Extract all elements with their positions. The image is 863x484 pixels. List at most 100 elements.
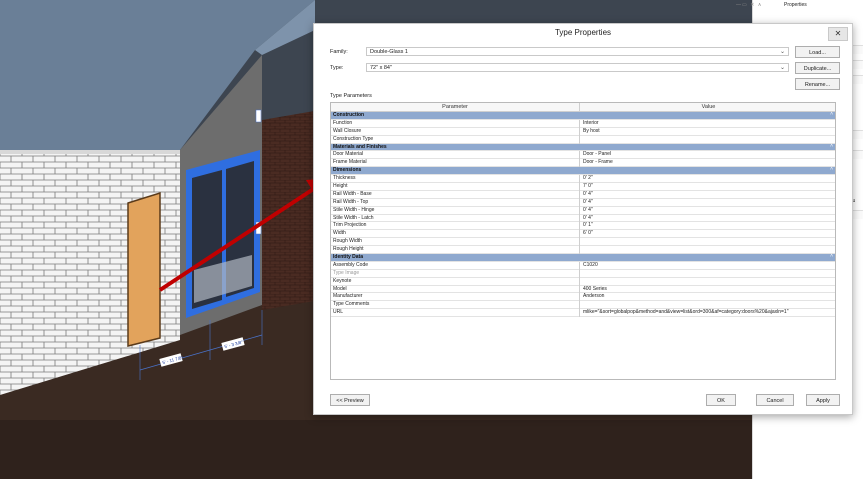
parameter-name: Construction Type <box>333 135 374 142</box>
parameter-name: Type Image <box>333 269 360 276</box>
column-divider <box>579 301 580 310</box>
column-divider <box>579 230 580 239</box>
rename-button[interactable]: Rename... <box>795 78 840 90</box>
table-row[interactable]: Rail Width - Top 0' 4" <box>331 198 835 207</box>
parameter-value[interactable]: 0' 4" <box>583 215 593 222</box>
table-row[interactable]: Door Material Door - Panel <box>331 151 835 160</box>
family-select[interactable]: Double-Glass 1 ⌄ <box>366 47 789 56</box>
table-row[interactable]: Rail Width - Base 0' 4" <box>331 190 835 199</box>
parameter-value[interactable]: 400 Series <box>583 286 607 293</box>
parameter-group-row[interactable]: Identity Data ˄ <box>331 253 835 262</box>
parameter-value[interactable]: 0' 4" <box>583 207 593 214</box>
column-divider <box>579 159 580 168</box>
table-row[interactable]: Model 400 Series <box>331 285 835 294</box>
parameter-name: Rail Width - Base <box>333 190 372 197</box>
parameter-name: Keynote <box>333 277 352 284</box>
column-divider <box>579 238 580 247</box>
table-row[interactable]: Type Image <box>331 269 835 278</box>
load-button[interactable]: Load... <box>795 46 840 58</box>
parameter-group-row[interactable]: Construction ˄ <box>331 111 835 120</box>
column-divider <box>579 183 580 191</box>
close-button[interactable]: ✕ <box>828 27 848 41</box>
parameter-name: Frame Material <box>333 159 367 166</box>
parameter-value[interactable]: 0' 4" <box>583 199 593 206</box>
column-divider <box>579 127 580 136</box>
parameter-value[interactable]: Door - Frame <box>583 159 613 166</box>
parameter-name: Manufacturer <box>333 293 363 300</box>
dialog-title: Type Properties <box>554 28 612 37</box>
parameter-name: Type Comments <box>333 301 370 308</box>
window-controls[interactable]: —▭ ✕ ∧ <box>736 2 762 8</box>
preview-button[interactable]: << Preview <box>330 394 370 406</box>
type-properties-dialog[interactable]: Type Properties ✕ Family: Double-Glass 1… <box>313 23 853 415</box>
table-row[interactable]: Assembly Code C1020 <box>331 261 835 270</box>
cancel-button[interactable]: Cancel <box>756 394 794 406</box>
parameter-value[interactable]: Anderson <box>583 293 604 300</box>
parameter-name: Model <box>333 285 347 292</box>
column-header-parameter[interactable]: Parameter <box>331 103 580 112</box>
table-row[interactable]: Width 6' 0" <box>331 230 835 239</box>
table-row[interactable]: Stile Width - Latch 0' 4" <box>331 214 835 223</box>
family-value: Double-Glass 1 <box>370 49 408 55</box>
table-row[interactable]: Construction Type <box>331 135 835 144</box>
family-label: Family: <box>330 49 348 55</box>
parameters-table[interactable]: Parameter Value Construction ˄ Function Int… <box>330 102 836 380</box>
table-body: Construction ˄ Function Interior Wall Closur… <box>331 111 835 318</box>
apply-button[interactable]: Apply <box>806 394 840 406</box>
table-row[interactable]: Frame Material Door - Frame <box>331 159 835 168</box>
table-row[interactable]: Thickness 0' 2" <box>331 175 835 184</box>
parameter-value[interactable]: 6' 0" <box>583 230 593 237</box>
chevron-down-icon: ⌄ <box>779 49 785 55</box>
column-divider <box>579 222 580 231</box>
parameter-value[interactable]: 7' 0" <box>583 183 593 190</box>
type-label: Type: <box>330 65 344 71</box>
parameter-value[interactable]: Door - Panel <box>583 151 611 158</box>
group-label: Identity Data <box>333 254 364 261</box>
collapse-icon[interactable]: ˄ <box>830 166 833 172</box>
group-label: Dimensions <box>333 167 362 174</box>
table-row[interactable]: Height 7' 0" <box>331 183 835 191</box>
parameter-value[interactable]: mlike="&sort=globalpop&method=and&view=l… <box>583 309 789 316</box>
parameter-name: Rail Width - Top <box>333 198 369 205</box>
chevron-down-icon: ⌄ <box>779 65 785 71</box>
collapse-icon[interactable]: ˄ <box>830 253 833 259</box>
parameter-name: Stile Width - Hinge <box>333 206 375 213</box>
table-row[interactable]: URL mlike="&sort=globalpop&method=and&vie… <box>331 309 835 318</box>
collapse-icon[interactable]: ˄ <box>830 111 833 117</box>
table-row[interactable]: Keynote <box>331 277 835 286</box>
column-divider <box>579 309 580 318</box>
parameter-value[interactable]: 0' 4" <box>583 191 593 198</box>
parameter-name: Height <box>333 183 348 190</box>
parameter-value[interactable]: By host <box>583 128 600 135</box>
properties-palette-header: —▭ ✕ ∧ Properties <box>700 0 863 11</box>
parameter-value[interactable]: 0' 2" <box>583 175 593 182</box>
ok-button[interactable]: OK <box>706 394 736 406</box>
duplicate-button[interactable]: Duplicate... <box>795 62 840 74</box>
table-row[interactable]: Rough Width <box>331 238 835 247</box>
column-divider <box>579 175 580 184</box>
table-row[interactable]: Rough Height <box>331 246 835 255</box>
parameter-name: Function <box>333 119 353 126</box>
table-row[interactable]: Type Comments <box>331 301 835 310</box>
parameter-value[interactable]: Interior <box>583 120 599 127</box>
table-row[interactable]: Function Interior <box>331 119 835 128</box>
table-row[interactable]: Manufacturer Anderson <box>331 293 835 302</box>
column-divider <box>579 261 580 270</box>
collapse-icon[interactable]: ˄ <box>830 143 833 149</box>
table-row[interactable]: Trim Projection 0' 1" <box>331 222 835 231</box>
parameter-group-row[interactable]: Dimensions ˄ <box>331 166 835 176</box>
parameter-value[interactable]: 0' 1" <box>583 222 593 229</box>
parameter-name: Trim Projection <box>333 222 367 229</box>
properties-title: Properties <box>784 2 807 8</box>
column-divider <box>579 214 580 223</box>
column-header-value[interactable]: Value <box>580 103 835 112</box>
type-select[interactable]: 72" x 84" ⌄ <box>366 63 789 72</box>
parameter-name: Rough Height <box>333 246 364 253</box>
parameter-group-row[interactable]: Materials and Finishes ˄ <box>331 143 835 152</box>
parameter-name: Wall Closure <box>333 127 362 134</box>
parameter-name: Door Material <box>333 151 364 158</box>
parameter-value[interactable]: C1020 <box>583 262 598 269</box>
table-row[interactable]: Stile Width - Hinge 0' 4" <box>331 206 835 215</box>
column-divider <box>579 206 580 215</box>
table-row[interactable]: Wall Closure By host <box>331 127 835 136</box>
